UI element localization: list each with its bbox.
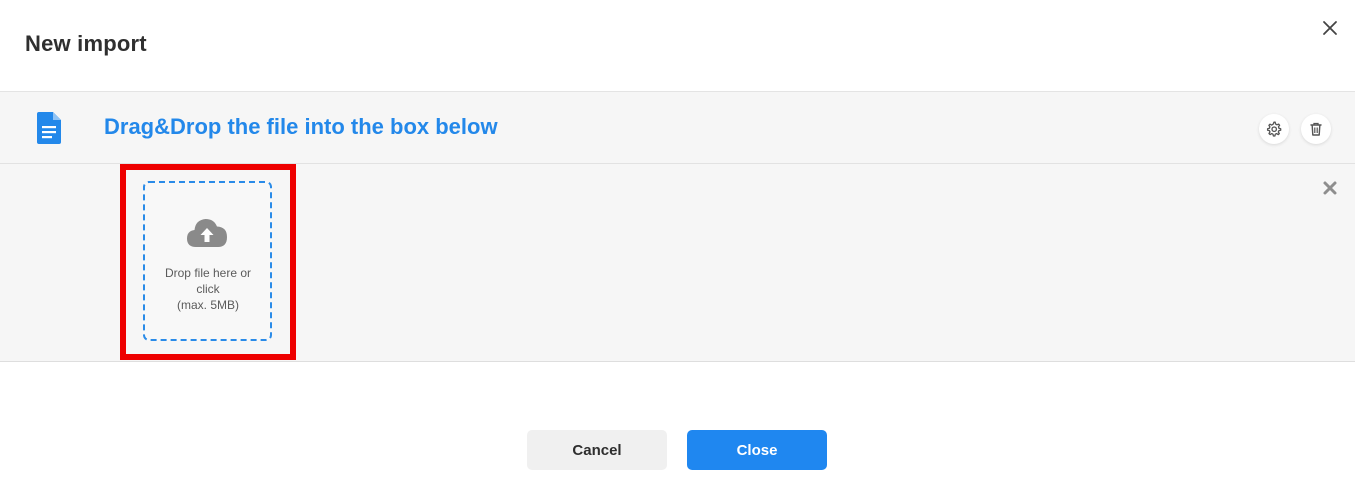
new-import-dialog: New import Drag&Drop the file into the b… [0, 0, 1355, 480]
dropzone-instructions: Drop file here or click (max. 5MB) [153, 265, 263, 313]
dropzone-line-1: Drop file here or [164, 266, 252, 280]
gear-icon [1266, 121, 1282, 137]
cloud-upload-icon [186, 217, 228, 249]
file-bar: Drag&Drop the file into the box below [0, 92, 1355, 164]
drop-area-panel: Drop file here or click (max. 5MB) [0, 164, 1355, 362]
trash-icon [1310, 122, 1322, 136]
file-bar-title: Drag&Drop the file into the box below [104, 114, 498, 139]
close-button[interactable]: Close [687, 430, 827, 470]
settings-button[interactable] [1259, 114, 1289, 144]
cancel-button[interactable]: Cancel [527, 430, 667, 470]
close-dialog-icon[interactable] [1320, 18, 1340, 38]
dialog-header: New import [0, 0, 1355, 92]
delete-button[interactable] [1301, 114, 1331, 144]
dropzone-size-limit: (max. 5MB) [176, 298, 239, 312]
document-icon [35, 112, 63, 144]
dialog-title: New import [25, 31, 147, 56]
file-dropzone[interactable]: Drop file here or click (max. 5MB) [143, 181, 272, 341]
dropzone-line-2: click [196, 282, 220, 296]
remove-file-icon[interactable] [1322, 180, 1338, 196]
